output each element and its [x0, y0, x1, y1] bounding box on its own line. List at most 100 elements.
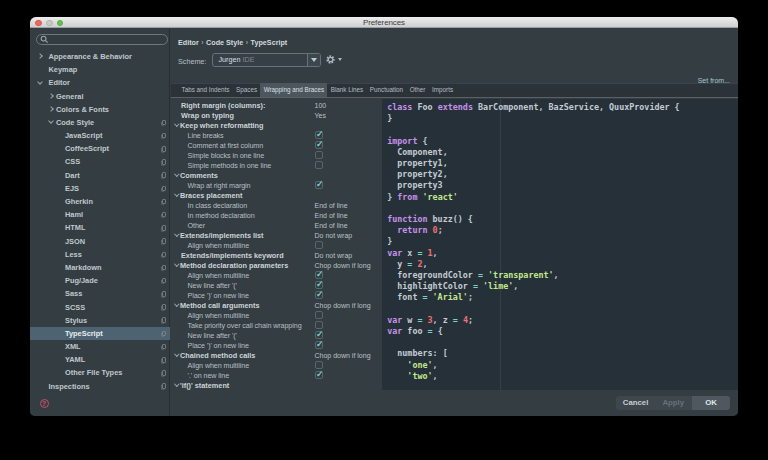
sidebar-item-less[interactable]: Less [30, 248, 170, 261]
sidebar-item-keymap[interactable]: Keymap [30, 63, 170, 76]
cancel-button[interactable]: Cancel [616, 396, 655, 410]
screen: Preferences Appearance & BehaviorKeymapE… [0, 0, 768, 460]
scheme-dropdown-arrow[interactable] [307, 54, 320, 66]
setting-value[interactable]: End of line [315, 212, 348, 219]
setting-value[interactable]: Chop down if long [315, 262, 371, 269]
code-line: var foo = { [387, 326, 679, 337]
sidebar-item-html[interactable]: HTML [30, 221, 170, 234]
code-token-kw: from [397, 192, 422, 202]
setting-label: Align when multiline [188, 241, 250, 250]
code-token-pl: , [513, 281, 518, 291]
checkbox-checked[interactable]: ✓ [315, 371, 323, 379]
sidebar-item-scss[interactable]: SCSS [30, 300, 170, 313]
scheme-name: Jurgen [219, 55, 241, 64]
sidebar-item-sass[interactable]: Sass [30, 287, 170, 300]
group-collapse-icon[interactable] [174, 382, 179, 387]
sidebar-item-markdown[interactable]: Markdown [30, 261, 170, 274]
code-line: var w = 3, z = 4; [387, 315, 679, 326]
code-line: highlightColor = 'lime', [387, 281, 679, 292]
sidebar-item-general[interactable]: General [30, 89, 170, 102]
tab-punctuation[interactable]: Punctuation [367, 83, 407, 96]
chevron-down-icon[interactable] [48, 119, 54, 125]
help-button[interactable]: ? [40, 399, 49, 408]
sidebar-item-javascript[interactable]: JavaScript [30, 129, 170, 142]
sidebar-item-editor[interactable]: Editor [30, 76, 170, 89]
code-token-pl: , [433, 248, 438, 258]
checkbox-unchecked[interactable] [315, 161, 323, 169]
check-mark-icon: ✓ [316, 289, 324, 299]
sidebar-item-yaml[interactable]: YAML [30, 353, 170, 366]
setting-value[interactable]: 100 [315, 102, 327, 109]
set-from-link[interactable]: Set from... [698, 77, 730, 84]
checkbox-unchecked[interactable] [315, 241, 323, 249]
setting-value[interactable]: Chop down if long [315, 302, 371, 309]
scheme-select[interactable]: Jurgen IDE [212, 53, 321, 67]
checkbox-checked[interactable]: ✓ [315, 291, 323, 299]
group-collapse-icon[interactable] [174, 352, 179, 357]
code-line [387, 304, 679, 315]
code-line: Component, [387, 147, 679, 158]
sidebar-item-stylus[interactable]: Stylus [30, 314, 170, 327]
setting-row: Extends/implements keywordDo not wrap [171, 250, 382, 260]
sidebar-item-css[interactable]: CSS [30, 155, 170, 168]
checkbox-unchecked[interactable] [315, 311, 323, 319]
setting-label: 'if()' statement [180, 381, 229, 390]
breadcrumb: Editor›Code Style›TypeScript [178, 38, 287, 47]
code-token-str: 'one' [387, 360, 432, 370]
scheme-ide-suffix: IDE [242, 55, 254, 64]
breadcrumb-segment[interactable]: TypeScript [251, 38, 288, 47]
tab-other[interactable]: Other [406, 83, 428, 96]
ok-button[interactable]: OK [692, 396, 731, 410]
group-collapse-icon[interactable] [174, 262, 179, 267]
checkbox-checked[interactable]: ✓ [315, 141, 323, 149]
breadcrumb-separator: › [199, 39, 206, 46]
tab-imports[interactable]: Imports [429, 83, 457, 96]
checkbox-checked[interactable]: ✓ [315, 181, 323, 189]
group-collapse-icon[interactable] [174, 302, 179, 307]
chevron-down-icon[interactable] [37, 79, 43, 85]
checkbox-unchecked[interactable] [315, 151, 323, 159]
sidebar-item-dart[interactable]: Dart [30, 169, 170, 182]
group-collapse-icon[interactable] [174, 122, 179, 127]
tab-tabs-and-indents[interactable]: Tabs and Indents [178, 83, 233, 96]
sidebar-item-json[interactable]: JSON [30, 235, 170, 248]
search-input[interactable] [36, 34, 168, 45]
setting-value[interactable]: Do not wrap [315, 232, 353, 239]
breadcrumb-segment[interactable]: Editor [178, 38, 199, 47]
setting-value[interactable]: End of line [315, 202, 348, 209]
sidebar-item-haml[interactable]: Haml [30, 208, 170, 221]
chevron-right-icon[interactable] [48, 93, 54, 99]
sidebar-item-code-style[interactable]: Code Style [30, 116, 170, 129]
tab-spaces[interactable]: Spaces [233, 83, 261, 96]
chevron-right-icon[interactable] [48, 106, 54, 112]
setting-value[interactable]: End of line [315, 222, 348, 229]
setting-value[interactable]: Do not wrap [315, 252, 353, 259]
group-collapse-icon[interactable] [174, 232, 179, 237]
sidebar-item-label: Dart [65, 171, 80, 180]
chevron-right-icon[interactable] [37, 53, 43, 59]
modified-page-icon [162, 370, 167, 376]
breadcrumb-segment[interactable]: Code Style [206, 38, 243, 47]
code-token-op: = [428, 326, 438, 336]
scheme-actions[interactable] [325, 53, 342, 67]
sidebar-item-appearance-behavior[interactable]: Appearance & Behavior [30, 50, 170, 63]
setting-value[interactable]: Yes [315, 112, 326, 119]
setting-label: New line after '(' [188, 281, 237, 290]
sidebar-item-pug-jade[interactable]: Pug/Jade [30, 274, 170, 287]
sidebar-item-gherkin[interactable]: Gherkin [30, 195, 170, 208]
checkbox-checked[interactable]: ✓ [315, 341, 323, 349]
sidebar-item-xml[interactable]: XML [30, 340, 170, 353]
setting-value[interactable]: Chop down if long [315, 352, 371, 359]
modified-page-icon [162, 159, 167, 165]
modified-page-icon [162, 212, 167, 218]
sidebar-item-ejs[interactable]: EJS [30, 182, 170, 195]
sidebar-item-coffeescript[interactable]: CoffeeScript [30, 142, 170, 155]
code-token-id: BarComponent, BazService, QuuxProvider { [478, 102, 680, 112]
sidebar-item-typescript[interactable]: TypeScript [30, 327, 170, 340]
group-collapse-icon[interactable] [174, 192, 179, 197]
group-collapse-icon[interactable] [174, 172, 179, 177]
sidebar-item-other-file-types[interactable]: Other File Types [30, 366, 170, 379]
sidebar-item-colors-fonts[interactable]: Colors & Fonts [30, 103, 170, 116]
tab-wrapping-and-braces[interactable]: Wrapping and Braces [260, 83, 327, 96]
tab-blank-lines[interactable]: Blank Lines [327, 83, 366, 96]
